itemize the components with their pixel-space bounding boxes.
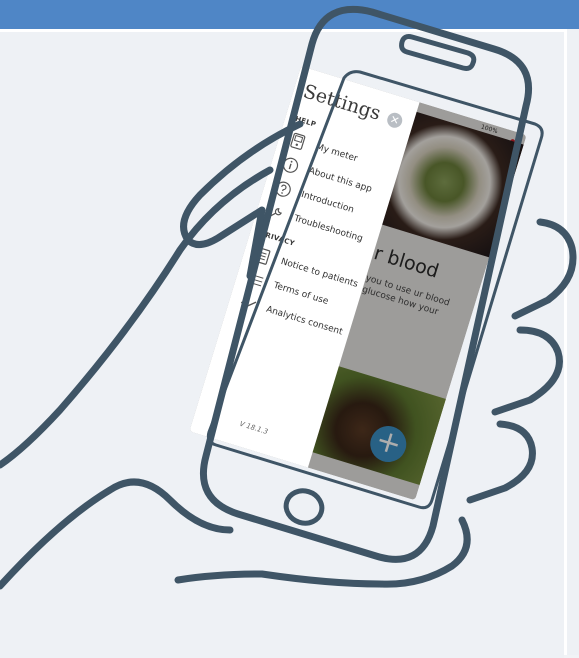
phone-screen-viewport: 100% r blood you to use ur blood glucose… [0,0,579,655]
help-circle-icon [272,178,294,200]
list-icon [244,269,266,291]
phone-screen: 100% r blood you to use ur blood glucose… [189,66,527,501]
close-button[interactable]: ✕ [385,110,405,130]
close-icon: ✕ [388,112,402,128]
menu-item-label: Troubleshooting [292,213,364,245]
menu-item-label: Analytics consent [264,304,344,338]
menu-item-label: Introduction [299,189,355,216]
info-icon [279,154,301,176]
menu-item-label: Terms of use [272,280,330,307]
checkmark-icon [237,293,259,315]
section-privacy: PRIVACY [259,229,296,248]
meter-icon [287,130,309,152]
section-help: HELP [294,114,318,129]
app-version: V 18.1.3 [238,419,269,437]
drawer-title: Settings [300,80,384,125]
wrench-icon [265,202,287,224]
document-icon [251,245,273,267]
menu-item-label: My meter [314,142,359,165]
